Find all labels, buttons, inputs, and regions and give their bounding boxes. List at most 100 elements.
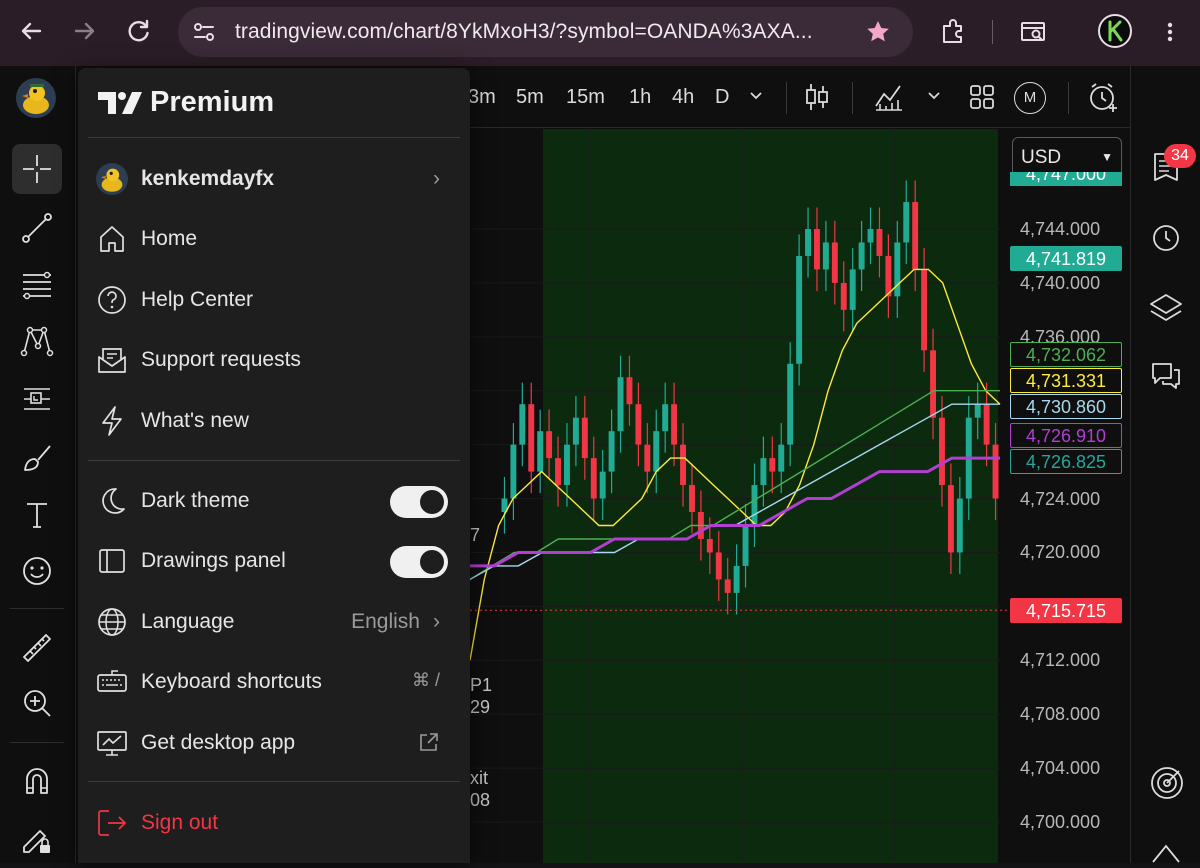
chart-label-fragment: 29 (470, 697, 491, 717)
user-avatar[interactable] (16, 78, 56, 118)
candle-body (974, 404, 981, 418)
candle-body (635, 404, 642, 445)
candles-chart-type-icon[interactable] (802, 80, 832, 119)
candle-body (992, 444, 999, 499)
candle-body (769, 458, 776, 472)
candle-body (983, 404, 990, 445)
target-icon[interactable] (1148, 764, 1186, 807)
measure-tool[interactable] (12, 623, 62, 673)
chevron-up-icon[interactable] (1148, 830, 1184, 868)
toolbar-divider (10, 608, 64, 609)
candle-body (608, 431, 615, 472)
profile-avatar-icon (96, 163, 128, 195)
timeframe-3m[interactable]: 3m (468, 86, 496, 109)
menu-item-desktop-app[interactable]: Get desktop app (88, 715, 460, 771)
horizontal-lines-icon (23, 271, 51, 300)
timeframe-15m[interactable]: 15m (566, 86, 605, 109)
price-axis-label: 4,744.000 (1020, 219, 1101, 239)
chart-label-fragment: 7 (470, 525, 481, 545)
pattern-tool[interactable] (12, 316, 62, 366)
profile-avatar[interactable] (1098, 14, 1132, 48)
drawings-panel-toggle[interactable] (390, 546, 448, 578)
menu-item-whats-new[interactable]: What's new (88, 393, 460, 449)
candle-body (581, 417, 588, 459)
fib-retracement-tool[interactable] (12, 259, 62, 309)
candle-body (555, 458, 561, 486)
lock-drawings-tool[interactable] (12, 814, 62, 864)
menu-item-label: Language (141, 610, 235, 633)
extensions-icon[interactable] (938, 17, 968, 52)
menu-item-label: Get desktop app (141, 731, 296, 754)
timeframe-d[interactable]: D (715, 86, 729, 109)
trend-line-tool[interactable] (12, 203, 62, 253)
bookmark-star-icon[interactable] (865, 19, 891, 45)
tab-search-icon[interactable] (1018, 17, 1048, 52)
candle-body (939, 417, 945, 486)
menu-item-home[interactable]: Home (88, 211, 460, 267)
candle-body (814, 229, 820, 270)
price-axis-label: 4,747.000 (1010, 172, 1122, 186)
price-tag: 4,726.825 (1010, 449, 1122, 474)
menu-item-keyboard-shortcuts[interactable]: Keyboard shortcuts ⌘ / (88, 654, 460, 710)
magnet-tool[interactable] (12, 756, 62, 806)
candle-body (546, 431, 553, 459)
chat-icon[interactable] (1148, 358, 1184, 399)
menu-item-dark-theme[interactable]: Dark theme (88, 473, 460, 529)
zoom-tool[interactable] (12, 678, 62, 728)
globe-icon (96, 606, 128, 638)
candle-body (751, 485, 758, 526)
crosshair-tool[interactable] (12, 144, 62, 194)
m-mode-letter-icon: M (1023, 89, 1037, 106)
back-arrow-icon[interactable] (16, 16, 46, 46)
forecasting-tool[interactable] (12, 374, 62, 424)
chart-label-fragment: P1 (470, 675, 493, 695)
candle-body (662, 404, 669, 432)
candle-body (519, 404, 526, 445)
menu-item-drawings-panel[interactable]: Drawings panel (88, 533, 460, 589)
brush-tool[interactable] (12, 433, 62, 483)
layout-grid-icon[interactable] (967, 80, 997, 119)
candle-body (742, 525, 749, 566)
panel-icon (96, 545, 128, 577)
candle-body (858, 242, 865, 270)
shortcut-hint: ⌘ / (411, 670, 440, 690)
address-bar[interactable]: tradingview.com/chart/8YkMxoH3/?symbol=O… (178, 7, 913, 57)
forward-arrow-icon[interactable] (70, 16, 100, 46)
candle-body (912, 202, 919, 270)
currency-select[interactable]: USD ▼ (1012, 137, 1122, 177)
menu-item-support-requests[interactable]: Support requests (88, 332, 460, 388)
site-settings-icon[interactable] (190, 18, 218, 46)
candle-body (706, 538, 713, 553)
candle-body (760, 458, 767, 486)
indicators-icon[interactable] (872, 80, 904, 119)
m-mode-button[interactable]: M (1014, 82, 1046, 114)
price-tag: 4,741.819 (1010, 246, 1122, 271)
browser-menu-icon[interactable] (1160, 17, 1180, 52)
notification-badge[interactable]: 34 (1164, 144, 1196, 168)
crosshair-icon (23, 155, 51, 183)
timeframe-5m[interactable]: 5m (516, 86, 544, 109)
timeframe-4h[interactable]: 4h (672, 86, 694, 109)
menu-item-sign-out[interactable]: Sign out (88, 795, 460, 851)
timeframe-1h[interactable]: 1h (629, 86, 651, 109)
price-axis-label: 4,700.000 (1020, 812, 1101, 832)
text-tool[interactable] (12, 490, 62, 540)
layers-icon[interactable] (1148, 290, 1184, 331)
alert-clock-icon[interactable] (1086, 80, 1120, 119)
menu-separator (88, 460, 460, 461)
candle-body (921, 269, 928, 351)
candle-body (831, 242, 838, 283)
timeframe-dropdown-chevron-icon[interactable] (748, 86, 764, 111)
menu-profile[interactable]: kenkemdayfx › (88, 151, 460, 207)
menu-item-language[interactable]: Language English › (88, 594, 460, 650)
emoji-tool[interactable] (12, 546, 62, 596)
candle-body (644, 444, 651, 472)
url-text[interactable]: tradingview.com/chart/8YkMxoH3/?symbol=O… (235, 20, 813, 44)
reload-icon[interactable] (124, 16, 154, 46)
indicators-dropdown-chevron-icon[interactable] (926, 86, 942, 111)
menu-item-help-center[interactable]: Help Center (88, 272, 460, 328)
alerts-clock-icon[interactable] (1148, 218, 1184, 259)
candle-body (510, 444, 517, 499)
dark-theme-toggle[interactable] (390, 486, 448, 518)
menu-item-label: Keyboard shortcuts (141, 670, 322, 693)
